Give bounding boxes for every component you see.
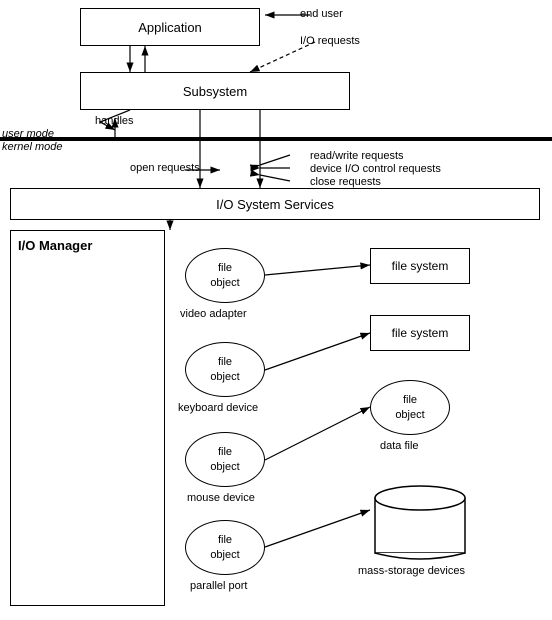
file-object-oval-4: fileobject: [185, 520, 265, 575]
file-object-label-4: fileobject: [210, 533, 239, 562]
file-object-oval-3: fileobject: [185, 432, 265, 487]
video-adapter-label: video adapter: [180, 308, 247, 320]
read-write-label: read/write requests: [310, 150, 404, 162]
parallel-port-label: parallel port: [190, 580, 247, 592]
end-user-label: end user: [300, 8, 343, 20]
mode-divider: [0, 137, 552, 141]
subsystem-box: Subsystem: [80, 72, 350, 110]
mass-storage-cylinder: [370, 480, 470, 560]
application-box: Application: [80, 8, 260, 46]
file-object-label-1: fileobject: [210, 261, 239, 290]
handles-label: handles: [95, 115, 134, 127]
mouse-device-label: mouse device: [187, 492, 255, 504]
file-system-box-2: file system: [370, 315, 470, 351]
file-object-oval-2: fileobject: [185, 342, 265, 397]
diagram: Application Subsystem user mode kernel m…: [0, 0, 552, 620]
file-system-label-1: file system: [392, 259, 449, 273]
data-file-label: data file: [380, 440, 419, 452]
file-object-label-2: fileobject: [210, 355, 239, 384]
file-system-box-1: file system: [370, 248, 470, 284]
open-requests-label: open requests: [130, 162, 200, 174]
application-label: Application: [138, 20, 202, 35]
file-object-label-5: fileobject: [395, 393, 424, 422]
subsystem-label: Subsystem: [183, 84, 247, 99]
kernel-mode-label: kernel mode: [2, 141, 63, 153]
file-object-oval-1: fileobject: [185, 248, 265, 303]
file-system-label-2: file system: [392, 326, 449, 340]
io-services-label: I/O System Services: [216, 197, 334, 212]
close-requests-label: close requests: [310, 176, 381, 188]
mass-storage-label: mass-storage devices: [358, 565, 465, 577]
io-manager-box: [10, 230, 165, 606]
keyboard-device-label: keyboard device: [178, 402, 258, 414]
device-io-label: device I/O control requests: [310, 163, 441, 175]
io-manager-label: I/O Manager: [18, 238, 92, 253]
file-object-oval-5: fileobject: [370, 380, 450, 435]
file-object-label-3: fileobject: [210, 445, 239, 474]
io-services-box: I/O System Services: [10, 188, 540, 220]
io-requests-label: I/O requests: [300, 35, 360, 47]
